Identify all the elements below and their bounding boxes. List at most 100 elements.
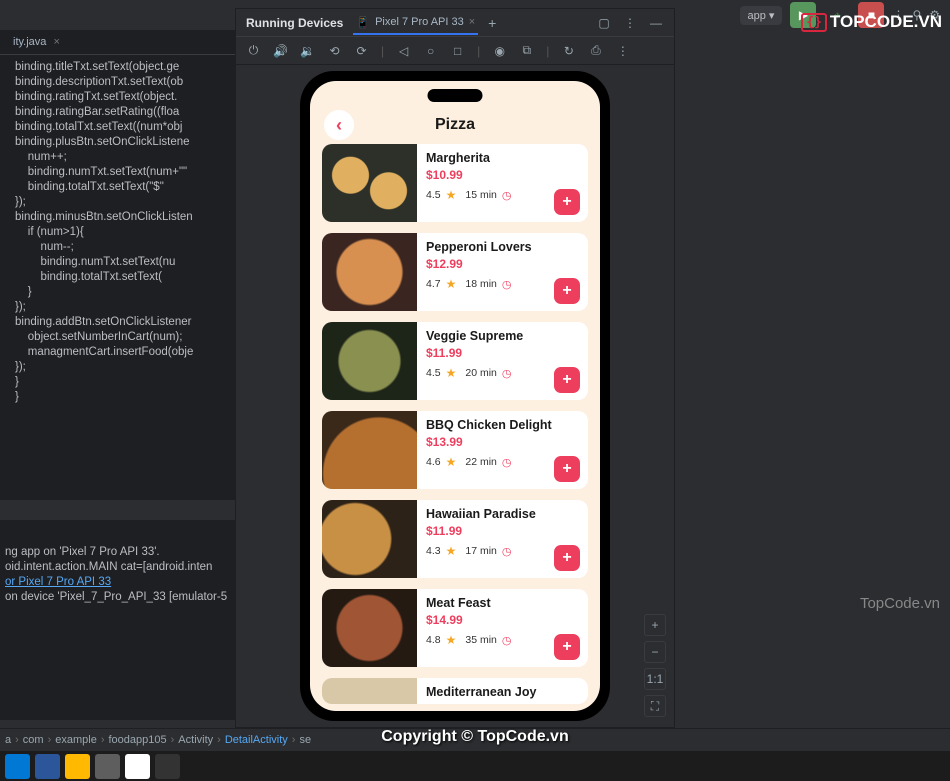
rotate-right-icon[interactable]: ⟳ — [354, 44, 369, 58]
zoom-fit-button[interactable]: ⛶ — [644, 695, 666, 717]
food-name: Margherita — [426, 151, 579, 165]
volume-down-icon[interactable]: 🔉 — [300, 44, 315, 58]
add-to-cart-button[interactable]: + — [554, 278, 580, 304]
volume-up-icon[interactable]: 🔊 — [273, 44, 288, 58]
device-tab[interactable]: 📱 Pixel 7 Pro API 33 × — [353, 11, 478, 35]
food-name: Veggie Supreme — [426, 329, 579, 343]
star-icon: ★ — [446, 366, 457, 380]
window-icon[interactable]: ▢ — [596, 16, 612, 30]
food-price: $14.99 — [426, 613, 579, 627]
food-card[interactable]: Margherita $10.99 4.5 ★ 15 min ◷ + — [322, 144, 588, 222]
food-image — [322, 500, 417, 578]
copyright-overlay: Copyright © TopCode.vn — [0, 728, 950, 746]
food-image — [322, 233, 417, 311]
page-title: Pizza — [435, 116, 475, 134]
zoom-actual-button[interactable]: 1:1 — [644, 668, 666, 690]
star-icon: ★ — [446, 544, 457, 558]
code-editor[interactable]: binding.titleTxt.setText(object.gebindin… — [0, 55, 235, 500]
back-button[interactable]: ‹ — [324, 110, 354, 140]
emulator-toolbar: ⏻ 🔊 🔉 ⟲ ⟳ | ◁ ○ □ | ◉ ⧉ | ↻ ⎙ ⋮ — [236, 37, 674, 65]
time-value: 35 min — [465, 634, 497, 646]
snapshot-icon[interactable]: ⎙ — [588, 43, 603, 58]
taskbar-icon[interactable] — [95, 754, 120, 779]
taskbar-icon[interactable] — [35, 754, 60, 779]
zoom-out-button[interactable]: − — [644, 641, 666, 663]
star-icon: ★ — [446, 633, 457, 647]
home-icon[interactable]: ○ — [423, 44, 438, 58]
add-to-cart-button[interactable]: + — [554, 189, 580, 215]
minimize-icon[interactable]: — — [648, 16, 664, 30]
emulator-viewport: ‹ Pizza Margherita $10.99 4.5 ★ 15 min ◷… — [236, 65, 674, 727]
options-icon[interactable]: ⋮ — [622, 16, 638, 30]
phone-screen[interactable]: ‹ Pizza Margherita $10.99 4.5 ★ 15 min ◷… — [310, 81, 600, 711]
editor-tab[interactable]: ity.java × — [5, 33, 68, 51]
windows-taskbar[interactable] — [0, 751, 950, 781]
taskbar-icon[interactable] — [155, 754, 180, 779]
food-image — [322, 144, 417, 222]
topcode-icon: {} — [801, 13, 827, 32]
food-price: $10.99 — [426, 168, 579, 182]
clock-icon: ◷ — [502, 545, 512, 558]
food-info: Margherita $10.99 4.5 ★ 15 min ◷ + — [417, 144, 588, 222]
zoom-in-button[interactable]: + — [644, 614, 666, 636]
food-info: Pepperoni Lovers $12.99 4.7 ★ 18 min ◷ + — [417, 233, 588, 311]
food-image — [322, 411, 417, 489]
food-card[interactable]: Pepperoni Lovers $12.99 4.7 ★ 18 min ◷ + — [322, 233, 588, 311]
time-value: 18 min — [465, 278, 497, 290]
clock-icon: ◷ — [502, 634, 512, 647]
rating-value: 4.3 — [426, 545, 441, 557]
app-header: ‹ Pizza — [310, 111, 600, 144]
screenshot-icon[interactable]: ◉ — [492, 44, 507, 58]
reload-icon[interactable]: ↻ — [561, 44, 576, 58]
add-device-icon[interactable]: + — [488, 15, 496, 31]
run-console[interactable]: ng app on 'Pixel 7 Pro API 33'.oid.inten… — [0, 520, 235, 720]
food-info: Veggie Supreme $11.99 4.5 ★ 20 min ◷ + — [417, 322, 588, 400]
food-name: BBQ Chicken Delight — [426, 418, 579, 432]
time-value: 17 min — [465, 545, 497, 557]
food-price: $11.99 — [426, 346, 579, 360]
food-card[interactable]: Meat Feast $14.99 4.8 ★ 35 min ◷ + — [322, 589, 588, 667]
taskbar-icon[interactable] — [65, 754, 90, 779]
food-info: Hawaiian Paradise $11.99 4.3 ★ 17 min ◷ … — [417, 500, 588, 578]
add-to-cart-button[interactable]: + — [554, 456, 580, 482]
record-icon[interactable]: ⧉ — [519, 43, 534, 58]
taskbar-icon[interactable] — [5, 754, 30, 779]
editor-tabs: ity.java × — [0, 30, 235, 55]
phone-frame: ‹ Pizza Margherita $10.99 4.5 ★ 15 min ◷… — [300, 71, 610, 721]
running-devices-panel: Running Devices 📱 Pixel 7 Pro API 33 × +… — [235, 8, 675, 728]
panel-header: Running Devices 📱 Pixel 7 Pro API 33 × +… — [236, 9, 674, 37]
food-list[interactable]: Margherita $10.99 4.5 ★ 15 min ◷ + Peppe… — [310, 144, 600, 711]
star-icon: ★ — [446, 188, 457, 202]
food-info: Mediterranean Joy — [417, 678, 588, 704]
clock-icon: ◷ — [502, 367, 512, 380]
food-price: $11.99 — [426, 524, 579, 538]
phone-icon: 📱 — [356, 16, 370, 29]
taskbar-icon[interactable] — [125, 754, 150, 779]
add-to-cart-button[interactable]: + — [554, 545, 580, 571]
close-tab-icon[interactable]: × — [469, 16, 475, 28]
food-name: Pepperoni Lovers — [426, 240, 579, 254]
more-icon[interactable]: ⋮ — [615, 44, 630, 58]
overview-icon[interactable]: □ — [450, 44, 465, 58]
star-icon: ★ — [446, 277, 457, 291]
rating-value: 4.8 — [426, 634, 441, 646]
add-to-cart-button[interactable]: + — [554, 634, 580, 660]
topcode-watermark-mid: TopCode.vn — [860, 595, 940, 612]
add-to-cart-button[interactable]: + — [554, 367, 580, 393]
panel-title: Running Devices — [246, 16, 343, 30]
rotate-left-icon[interactable]: ⟲ — [327, 44, 342, 58]
zoom-controls: + − 1:1 ⛶ — [644, 614, 666, 717]
food-card[interactable]: Mediterranean Joy — [322, 678, 588, 704]
food-card[interactable]: Hawaiian Paradise $11.99 4.3 ★ 17 min ◷ … — [322, 500, 588, 578]
time-value: 20 min — [465, 367, 497, 379]
food-card[interactable]: BBQ Chicken Delight $13.99 4.6 ★ 22 min … — [322, 411, 588, 489]
run-config-dropdown[interactable]: app ▾ — [740, 6, 783, 25]
back-icon[interactable]: ◁ — [396, 44, 411, 58]
food-card[interactable]: Veggie Supreme $11.99 4.5 ★ 20 min ◷ + — [322, 322, 588, 400]
rating-value: 4.6 — [426, 456, 441, 468]
food-info: Meat Feast $14.99 4.8 ★ 35 min ◷ + — [417, 589, 588, 667]
food-name: Meat Feast — [426, 596, 579, 610]
clock-icon: ◷ — [502, 456, 512, 469]
power-icon[interactable]: ⏻ — [246, 43, 261, 58]
time-value: 22 min — [465, 456, 497, 468]
